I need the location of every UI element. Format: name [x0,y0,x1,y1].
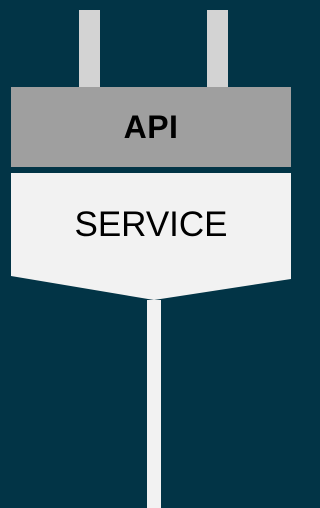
service-cable [147,300,161,508]
service-block [11,173,291,300]
service-label: SERVICE [74,205,228,244]
diagram-canvas: API SERVICE [0,0,291,508]
